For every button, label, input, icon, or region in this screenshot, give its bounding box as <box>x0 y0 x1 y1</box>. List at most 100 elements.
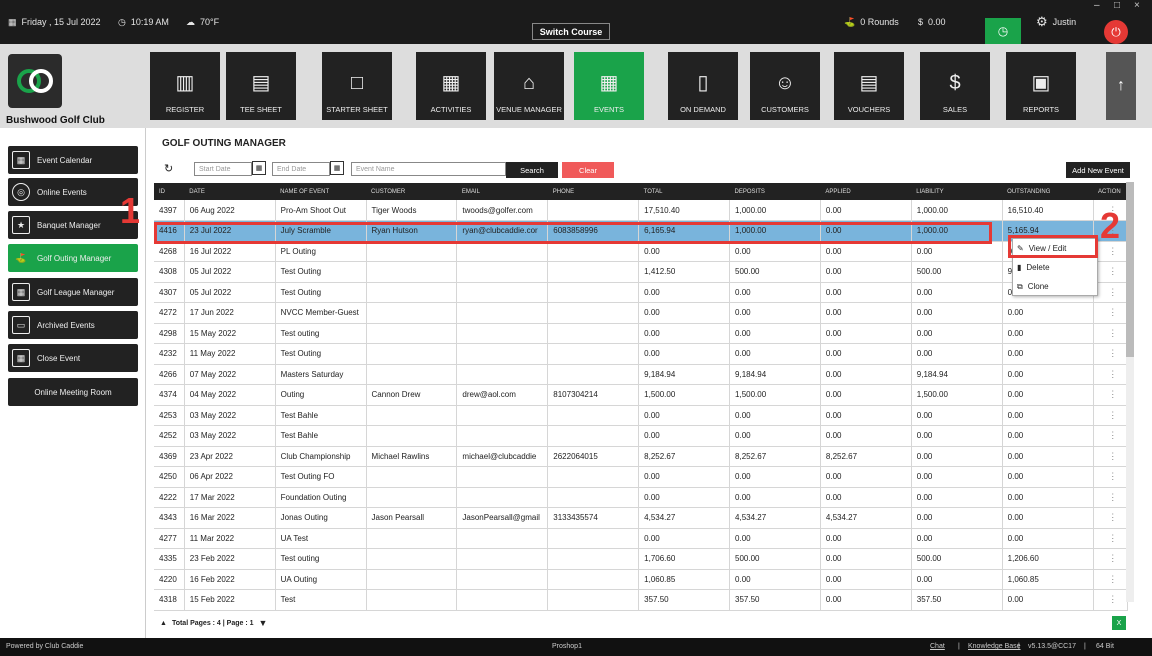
settings-button[interactable]: ⚙ Justin <box>1036 0 1076 44</box>
nav-reports[interactable]: ▣ REPORTS <box>1006 52 1076 120</box>
column-header[interactable]: DEPOSITS <box>729 183 821 200</box>
table-row[interactable]: 4220 16 Feb 2022 UA Outing 1,060.85 0.00 0.00… <box>154 569 1129 590</box>
balance-display[interactable]: $0.00 <box>918 0 946 44</box>
row-action-menu-icon[interactable]: ⋮ <box>1093 569 1129 590</box>
column-header[interactable]: LIABILITY <box>911 183 1003 200</box>
prev-page-icon[interactable]: ▲ <box>160 620 167 627</box>
end-date-input[interactable]: End Date <box>272 162 330 176</box>
table-cell: 8,252.67 <box>820 446 912 467</box>
switch-course-button[interactable]: Switch Course <box>532 23 610 40</box>
row-action-menu-icon[interactable]: ⋮ <box>1093 446 1129 467</box>
row-action-menu-icon[interactable]: ⋮ <box>1093 466 1129 488</box>
row-action-menu-icon[interactable]: ⋮ <box>1093 507 1129 529</box>
rounds-display[interactable]: ⛳ 0 Rounds <box>844 0 899 44</box>
start-date-calendar-icon[interactable]: ▦ <box>252 161 266 175</box>
table-row[interactable]: 4374 04 May 2022 Outing Cannon Drew drew@aol… <box>154 384 1129 406</box>
column-header[interactable]: EMAIL <box>456 183 548 200</box>
nav-venue-manager[interactable]: ⌂ VENUE MANAGER <box>494 52 564 120</box>
table-row[interactable]: 4369 23 Apr 2022 Club Championship Michael … <box>154 446 1129 467</box>
sidebar-item-golf-outing-manager[interactable]: ⛳ Golf Outing Manager <box>8 244 138 272</box>
nav-tee-sheet[interactable]: ▤ TEE SHEET <box>226 52 296 120</box>
row-action-menu-icon[interactable]: ⋮ <box>1093 302 1129 324</box>
row-action-menu-icon[interactable]: ⋮ <box>1093 487 1129 508</box>
search-button[interactable]: Search <box>506 162 558 178</box>
table-row[interactable]: 4335 23 Feb 2022 Test outing 1,706.60 500.00… <box>154 548 1129 570</box>
table-row[interactable]: 4277 11 Mar 2022 UA Test 0.00 0.00 0.00 0.00 0.… <box>154 528 1129 549</box>
table-row[interactable]: 4250 06 Apr 2022 Test Outing FO 0.00 0.00 0.0… <box>154 466 1129 488</box>
next-page-icon[interactable]: ▼ <box>259 618 268 628</box>
table-row[interactable]: 4318 15 Feb 2022 Test 357.50 357.50 0.00 357.5… <box>154 589 1129 611</box>
knowledge-base-link[interactable]: Knowledge Base <box>968 643 1021 650</box>
excel-export-icon[interactable]: X <box>1112 616 1126 630</box>
table-cell: 0.00 <box>1002 364 1094 385</box>
column-header[interactable]: ID <box>154 183 185 200</box>
nav-events[interactable]: ▦ EVENTS <box>574 52 644 120</box>
clear-button[interactable]: Clear <box>562 162 614 178</box>
column-header[interactable]: ACTION <box>1093 183 1128 200</box>
table-row[interactable]: 4298 15 May 2022 Test outing 0.00 0.00 0.00 0.… <box>154 323 1129 344</box>
row-action-menu-icon[interactable]: ⋮ <box>1093 548 1129 570</box>
table-row[interactable]: 4232 11 May 2022 Test Outing 0.00 0.00 0.00 0.… <box>154 343 1129 365</box>
minimize-button[interactable]: – <box>1094 0 1100 11</box>
row-action-menu-icon[interactable]: ⋮ <box>1093 282 1129 303</box>
nav-vouchers[interactable]: ▤ VOUCHERS <box>834 52 904 120</box>
sidebar-item-banquet-manager[interactable]: ★ Banquet Manager <box>8 211 138 239</box>
customers-icon: ☺ <box>774 72 796 94</box>
close-button[interactable]: × <box>1134 0 1140 11</box>
table-row[interactable]: 4252 03 May 2022 Test Bahle 0.00 0.00 0.00 0.0… <box>154 425 1129 447</box>
column-header[interactable]: TOTAL <box>638 183 730 200</box>
sidebar-item-event-calendar[interactable]: ▦ Event Calendar <box>8 146 138 174</box>
table-row[interactable]: 4222 17 Mar 2022 Foundation Outing 0.00 0.00… <box>154 487 1129 508</box>
row-action-menu-icon[interactable]: ⋮ <box>1093 425 1129 447</box>
nav-register[interactable]: ▥ REGISTER <box>150 52 220 120</box>
table-row[interactable]: 4343 16 Mar 2022 Jonas Outing Jason Pearsal… <box>154 507 1129 529</box>
scrollbar-thumb[interactable] <box>1126 182 1134 357</box>
sidebar-item-archived-events[interactable]: ▭ Archived Events <box>8 311 138 339</box>
column-header[interactable]: CUSTOMER <box>366 183 457 200</box>
menu-item-delete[interactable]: ▮ Delete <box>1013 258 1097 277</box>
sidebar-item-close-event[interactable]: ▦ Close Event <box>8 344 138 372</box>
add-new-event-button[interactable]: Add New Event <box>1066 162 1130 178</box>
column-header[interactable]: APPLIED <box>820 183 912 200</box>
table-row[interactable]: 4416 23 Jul 2022 July Scramble Ryan Hutson r… <box>154 220 1129 242</box>
nav-customers[interactable]: ☺ CUSTOMERS <box>750 52 820 120</box>
nav-sales[interactable]: $ SALES <box>920 52 990 120</box>
table-row[interactable]: 4253 03 May 2022 Test Bahle 0.00 0.00 0.00 0.0… <box>154 405 1129 426</box>
column-header[interactable]: OUTSTANDING <box>1002 183 1094 200</box>
start-date-input[interactable]: Start Date <box>194 162 252 176</box>
chat-link[interactable]: Chat <box>930 643 945 650</box>
row-action-menu-icon[interactable]: ⋮ <box>1093 343 1129 365</box>
table-row[interactable]: 4307 05 Jul 2022 Test Outing 0.00 0.00 0.00 0.… <box>154 282 1129 303</box>
collapse-nav-button[interactable]: ↑ <box>1106 52 1136 120</box>
event-name-input[interactable]: Event Name <box>351 162 506 176</box>
time-clock-button[interactable]: ◷ <box>985 18 1021 44</box>
column-header[interactable]: DATE <box>184 183 276 200</box>
column-header[interactable]: NAME OF EVENT <box>275 183 367 200</box>
sidebar-item-golf-league-manager[interactable]: ▦ Golf League Manager <box>8 278 138 306</box>
row-action-menu-icon[interactable]: ⋮ <box>1093 405 1129 426</box>
table-row[interactable]: 4268 16 Jul 2022 PL Outing 0.00 0.00 0.00 0.00… <box>154 241 1129 262</box>
nav-on-demand[interactable]: ▯ ON DEMAND <box>668 52 738 120</box>
sidebar-item-online-events[interactable]: ◎ Online Events <box>8 178 138 206</box>
row-action-menu-icon[interactable]: ⋮ <box>1093 589 1129 611</box>
row-action-menu-icon[interactable]: ⋮ <box>1093 261 1129 283</box>
table-cell: 357.50 <box>638 589 731 611</box>
logout-button[interactable]: ⏻ <box>1104 20 1128 44</box>
end-date-calendar-icon[interactable]: ▦ <box>330 161 344 175</box>
sidebar-item-online-meeting-room[interactable]: Online Meeting Room <box>8 378 138 406</box>
row-action-menu-icon[interactable]: ⋮ <box>1093 528 1129 549</box>
row-action-menu-icon[interactable]: ⋮ <box>1093 384 1129 406</box>
maximize-button[interactable]: □ <box>1114 0 1120 11</box>
nav-starter-sheet[interactable]: □ STARTER SHEET <box>322 52 392 120</box>
table-row[interactable]: 4272 17 Jun 2022 NVCC Member-Guest 0.00 0.00… <box>154 302 1129 324</box>
refresh-icon[interactable]: ↻ <box>164 162 173 175</box>
table-row[interactable]: 4397 06 Aug 2022 Pro-Am Shoot Out Tiger Woo… <box>154 200 1129 221</box>
row-action-menu-icon[interactable]: ⋮ <box>1093 364 1129 385</box>
nav-activities[interactable]: ▦ ACTIVITIES <box>416 52 486 120</box>
row-action-menu-icon[interactable]: ⋮ <box>1093 323 1129 344</box>
page-title: GOLF OUTING MANAGER <box>162 138 286 149</box>
table-row[interactable]: 4266 07 May 2022 Masters Saturday 9,184.94 9… <box>154 364 1129 385</box>
menu-item-clone[interactable]: ⧉ Clone <box>1013 277 1097 296</box>
column-header[interactable]: PHONE <box>547 183 639 200</box>
table-row[interactable]: 4308 05 Jul 2022 Test Outing 1,412.50 500.00… <box>154 261 1129 283</box>
